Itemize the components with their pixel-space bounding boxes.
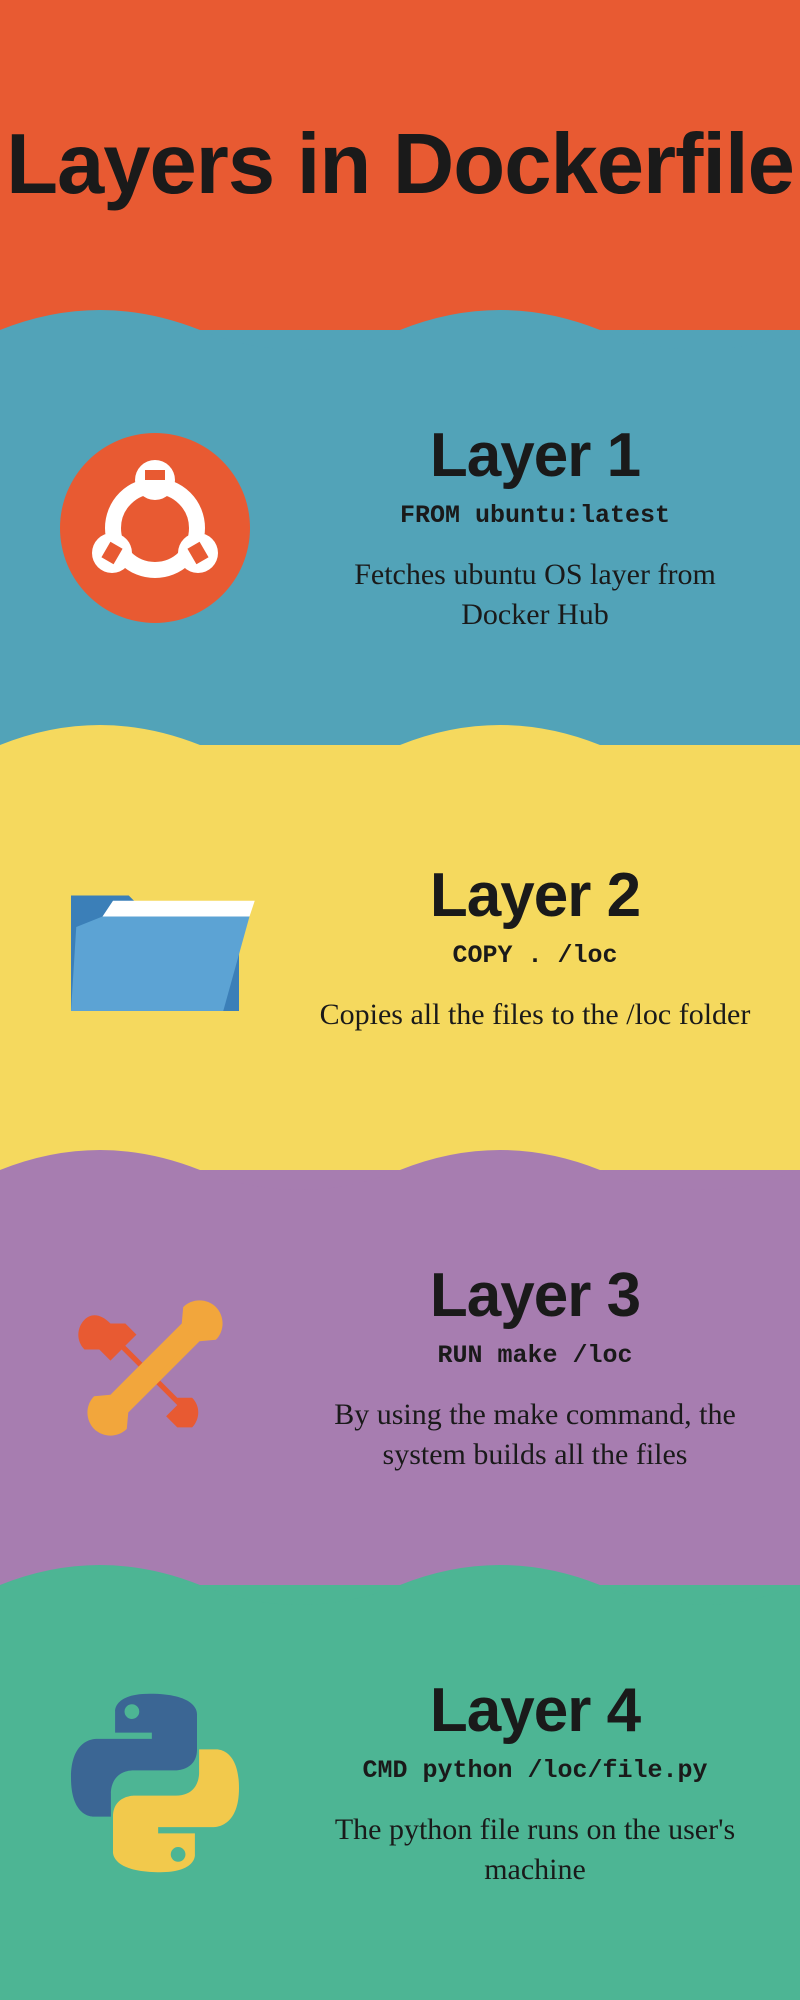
layer-2-section: Layer 2 COPY . /loc Copies all the files… xyxy=(0,745,800,1170)
layer-2-text: Layer 2 COPY . /loc Copies all the files… xyxy=(310,860,760,1036)
python-icon xyxy=(40,1668,270,1898)
layer-2-title: Layer 2 xyxy=(310,860,760,931)
layer-1-text: Layer 1 FROM ubuntu:latest Fetches ubunt… xyxy=(310,420,760,636)
layer-1-code: FROM ubuntu:latest xyxy=(310,501,760,530)
layer-3-title: Layer 3 xyxy=(310,1260,760,1331)
layer-1-title: Layer 1 xyxy=(310,420,760,491)
wave-divider xyxy=(0,290,800,370)
ubuntu-icon xyxy=(40,413,270,643)
layer-4-title: Layer 4 xyxy=(310,1675,760,1746)
layer-4-description: The python file runs on the user's machi… xyxy=(310,1810,760,1891)
layer-4-text: Layer 4 CMD python /loc/file.py The pyth… xyxy=(310,1675,760,1891)
wave-divider xyxy=(0,1130,800,1210)
layer-2-code: COPY . /loc xyxy=(310,941,760,970)
layer-3-code: RUN make /loc xyxy=(310,1341,760,1370)
layer-3-section: Layer 3 RUN make /loc By using the make … xyxy=(0,1170,800,1585)
wave-divider xyxy=(0,1545,800,1625)
folder-icon xyxy=(40,833,270,1063)
layer-2-description: Copies all the files to the /loc folder xyxy=(310,995,760,1036)
page-title: Layers in Dockerfile xyxy=(6,120,794,209)
layer-3-text: Layer 3 RUN make /loc By using the make … xyxy=(310,1260,760,1476)
layer-1-section: Layer 1 FROM ubuntu:latest Fetches ubunt… xyxy=(0,330,800,745)
header-section: Layers in Dockerfile xyxy=(0,0,800,330)
layer-4-section: Layer 4 CMD python /loc/file.py The pyth… xyxy=(0,1585,800,2000)
layer-4-code: CMD python /loc/file.py xyxy=(310,1756,760,1785)
tools-icon xyxy=(40,1253,270,1483)
layer-1-description: Fetches ubuntu OS layer from Docker Hub xyxy=(310,555,760,636)
wave-divider xyxy=(0,705,800,785)
layer-3-description: By using the make command, the system bu… xyxy=(310,1395,760,1476)
